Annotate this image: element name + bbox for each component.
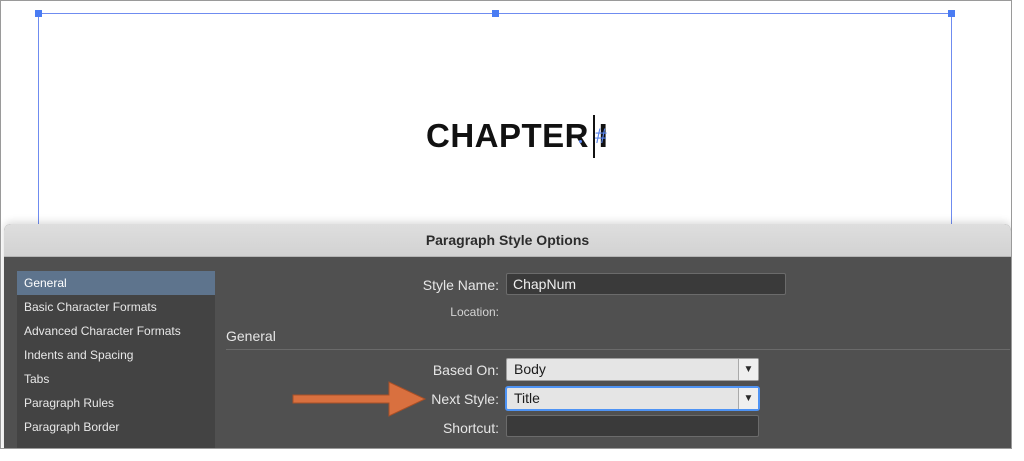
next-style-select[interactable]: Title ▼ xyxy=(506,387,759,410)
sidebar-item-indents-and-spacing[interactable]: Indents and Spacing xyxy=(17,343,215,367)
sidebar-item-basic-character-formats[interactable]: Basic Character Formats xyxy=(17,295,215,319)
based-on-select[interactable]: Body ▼ xyxy=(506,358,759,381)
frame-handle-top-center[interactable] xyxy=(492,10,499,17)
chevron-down-icon[interactable]: ▼ xyxy=(738,388,758,409)
options-sidebar: General Basic Character Formats Advanced… xyxy=(17,271,215,448)
shortcut-label: Shortcut: xyxy=(442,420,499,436)
style-name-label: Style Name: xyxy=(422,277,499,293)
screenshot-frame: CHAPTER I # Paragraph Style Options Gene… xyxy=(0,0,1012,449)
arrow-shape xyxy=(292,381,427,417)
shortcut-input[interactable] xyxy=(506,415,759,437)
location-label: Location: xyxy=(450,305,499,319)
style-name-input[interactable]: ChapNum xyxy=(506,273,786,295)
end-of-story-marker: # xyxy=(595,125,607,148)
based-on-label: Based On: xyxy=(432,362,499,378)
frame-handle-top-left[interactable] xyxy=(35,10,42,17)
sidebar-item-advanced-character-formats[interactable]: Advanced Character Formats xyxy=(17,319,215,343)
frame-handle-top-right[interactable] xyxy=(948,10,955,17)
sidebar-item-paragraph-rules[interactable]: Paragraph Rules xyxy=(17,391,215,415)
hidden-space-marker xyxy=(579,140,582,143)
right-arrow-icon xyxy=(292,381,427,417)
next-style-value: Title xyxy=(514,390,540,406)
section-divider xyxy=(226,349,1010,350)
paragraph-style-options-dialog: Paragraph Style Options General Basic Ch… xyxy=(4,224,1011,448)
chevron-down-icon[interactable]: ▼ xyxy=(738,359,758,380)
sidebar-item-general[interactable]: General xyxy=(17,271,215,295)
dialog-title: Paragraph Style Options xyxy=(4,224,1011,257)
based-on-value: Body xyxy=(514,361,546,377)
general-section-heading: General xyxy=(226,328,276,344)
chapter-heading-text[interactable]: CHAPTER I xyxy=(426,117,608,155)
sidebar-item-tabs[interactable]: Tabs xyxy=(17,367,215,391)
sidebar-item-paragraph-border[interactable]: Paragraph Border xyxy=(17,415,215,439)
